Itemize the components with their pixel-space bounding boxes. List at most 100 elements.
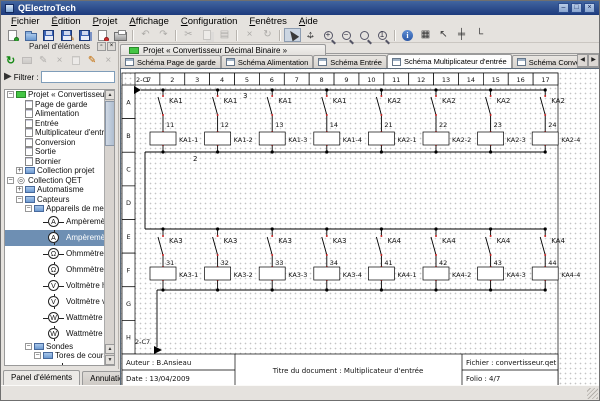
tree-item-automatisme[interactable]: +Automatisme: [5, 185, 114, 195]
top-branch-KA1-4[interactable]: KA114KA1-4: [314, 88, 362, 153]
top-branch-KA1-3[interactable]: KA113KA1-3: [259, 88, 307, 153]
bottom-branch-KA3-3[interactable]: KA333KA3-3: [259, 227, 307, 291]
save-as-button[interactable]: ✎: [58, 28, 75, 42]
tree-item-entre-e[interactable]: Entrée: [5, 119, 114, 129]
expand-icon[interactable]: +: [16, 167, 23, 174]
cross-icon: ×: [247, 30, 253, 40]
select-mode-button[interactable]: [284, 28, 301, 42]
add-text-button[interactable]: ↖: [435, 28, 452, 42]
element-infos-button[interactable]: i: [399, 28, 416, 42]
menu-fichier[interactable]: Fichier: [5, 16, 46, 27]
filter-input[interactable]: [41, 71, 115, 83]
tree-item-ampe-reme-t[interactable]: AAmpèremèt...: [5, 214, 114, 230]
collapse-icon[interactable]: −: [7, 177, 14, 184]
minimize-button[interactable]: –: [558, 3, 569, 13]
collapse-icon[interactable]: −: [16, 196, 23, 203]
bottom-branch-KA4-3[interactable]: KA443KA4-3: [478, 227, 526, 291]
tab-scroll-right-icon[interactable]: ▶: [588, 54, 599, 67]
bottom-branch-KA3-1[interactable]: KA331KA3-1: [150, 227, 198, 291]
tree-scrollbar[interactable]: ▲ ▲ ▼: [104, 90, 114, 365]
new-file-button[interactable]: [4, 28, 21, 42]
tree-item-appareils-de-mesure[interactable]: −Appareils de mesure: [5, 204, 114, 214]
pan-mode-button[interactable]: ↔↕: [302, 28, 319, 42]
bottom-branch-KA4-1[interactable]: KA441KA4-1: [368, 227, 416, 291]
conductors[interactable]: [141, 90, 545, 347]
show-grid-button[interactable]: ▦: [417, 28, 434, 42]
bottom-branch-KA3-4[interactable]: KA334KA3-4: [314, 227, 362, 291]
tree-item-alimentation[interactable]: Alimentation: [5, 109, 114, 119]
tree-item-tore-1-po-le[interactable]: Tore 1 pôle: [5, 361, 114, 367]
folio-references[interactable]: 2-C72-C7: [134, 76, 162, 354]
tree-item-projet-convertisseur-de-ci[interactable]: −Projet « Convertisseur Déci...: [5, 90, 114, 100]
dock-tab-panel-d-e-le-ments[interactable]: Panel d'éléments: [3, 370, 80, 386]
tree-item-voltme-tre-h[interactable]: VVoltmètre h...: [5, 278, 114, 294]
tree-item-page-de-garde[interactable]: Page de garde: [5, 100, 114, 110]
tree-item-collection-qet[interactable]: −◎Collection QET: [5, 176, 114, 186]
dock-header[interactable]: Panel d'éléments ▫ ×: [1, 41, 118, 52]
tree-item-collection-projet[interactable]: +Collection projet: [5, 166, 114, 176]
schema-tab-1[interactable]: Schéma Page de garde: [120, 55, 221, 68]
close-button[interactable]: ×: [584, 3, 595, 13]
bottom-branch-KA4-2[interactable]: KA442KA4-2: [423, 227, 471, 291]
reload-collections-button[interactable]: ↻: [4, 54, 17, 67]
schema-tab-3[interactable]: Schéma Entrée: [313, 55, 387, 68]
bottom-branch-KA3-2[interactable]: KA332KA3-2: [205, 227, 253, 291]
top-branch-KA1-1[interactable]: KA111KA1-1: [150, 88, 198, 153]
scroll-down-icon[interactable]: ▼: [105, 355, 115, 365]
tree-item-wattme-tre-h[interactable]: WWattmètre h...: [5, 310, 114, 326]
top-branch-KA2-4[interactable]: KA224KA2-4: [532, 88, 580, 153]
menu-projet[interactable]: Projet: [87, 16, 124, 27]
menu-fenetres[interactable]: Fenêtres: [243, 16, 293, 27]
edit-element-button[interactable]: ✎: [85, 54, 98, 67]
tree-item-sortie[interactable]: Sortie: [5, 147, 114, 157]
dock-float-button[interactable]: ▫: [97, 42, 106, 51]
tree-item-conversion[interactable]: Conversion: [5, 138, 114, 148]
add-conductor-button[interactable]: ╪: [453, 28, 470, 42]
collapse-icon[interactable]: −: [7, 91, 14, 98]
menu-affichage[interactable]: Affichage: [123, 16, 174, 27]
schema-tab-4[interactable]: Schéma Multiplicateur d'entrée: [387, 54, 512, 68]
tree-item-voltme-tre-vertical[interactable]: VVoltmètre vertical: [5, 294, 114, 310]
resize-grip[interactable]: [587, 388, 598, 399]
menu-edition[interactable]: Édition: [46, 16, 87, 27]
tree-item-sondes[interactable]: −Sondes: [5, 342, 114, 352]
collapse-icon[interactable]: −: [34, 352, 41, 359]
tree-item-multiplicateur-d-entre-e[interactable]: Multiplicateur d'entrée: [5, 128, 114, 138]
expand-icon[interactable]: +: [16, 186, 23, 193]
dock-close-button[interactable]: ×: [107, 42, 116, 51]
scroll-up-icon-2[interactable]: ▲: [105, 344, 115, 354]
schema-tab-2[interactable]: Schéma Alimentation: [221, 55, 313, 68]
scroll-up-icon[interactable]: ▲: [105, 90, 115, 100]
bottom-branch-KA4-4[interactable]: KA444KA4-4: [532, 227, 580, 291]
zoom-in-button[interactable]: +: [320, 28, 337, 42]
tree-item-bornier[interactable]: Bornier: [5, 157, 114, 167]
collapse-icon[interactable]: −: [25, 205, 32, 212]
schematic-view[interactable]: 1234567891011121314151617ABCDEFGHAuteur …: [120, 68, 600, 388]
save-all-button[interactable]: [76, 28, 93, 42]
tab-scroll-left-icon[interactable]: ◀: [577, 54, 588, 67]
collapse-icon[interactable]: −: [25, 343, 32, 350]
zoom-out-button[interactable]: −: [338, 28, 355, 42]
close-file-button[interactable]: [94, 28, 111, 42]
tree-item-ohmme-tre[interactable]: ΩOhmmètre ...: [5, 246, 114, 262]
title-bar[interactable]: QElectroTech – □ ×: [1, 1, 599, 15]
top-branch-KA2-3[interactable]: KA223KA2-3: [478, 88, 526, 153]
menu-configuration[interactable]: Configuration: [175, 16, 244, 27]
tree-item-ohmme-tre-vert[interactable]: ΩOhmmètre vert...: [5, 262, 114, 278]
zoom-reset-button[interactable]: 1: [374, 28, 391, 42]
schema-tab-5[interactable]: Schéma Conversion: [512, 55, 577, 68]
tree-item-tores-de-courant[interactable]: −Tores de courant: [5, 351, 114, 361]
menu-aide[interactable]: Aide: [293, 16, 324, 27]
print-button[interactable]: [112, 28, 129, 42]
save-button[interactable]: [40, 28, 57, 42]
open-file-button[interactable]: [22, 28, 39, 42]
zoom-fit-button[interactable]: [356, 28, 373, 42]
scrollbar-thumb[interactable]: [105, 101, 115, 146]
top-branch-KA2-1[interactable]: KA221KA2-1: [368, 88, 416, 153]
top-branch-KA2-2[interactable]: KA222KA2-2: [423, 88, 471, 153]
conductor-angle-button[interactable]: └: [471, 28, 488, 42]
maximize-button[interactable]: □: [571, 3, 582, 13]
tree-item-capteurs[interactable]: −Capteurs: [5, 195, 114, 205]
tree-item-ampe-reme-tre-v[interactable]: AAmpèremètre v...: [5, 230, 114, 246]
tree-item-wattme-tre-ver[interactable]: WWattmètre ver...: [5, 326, 114, 342]
